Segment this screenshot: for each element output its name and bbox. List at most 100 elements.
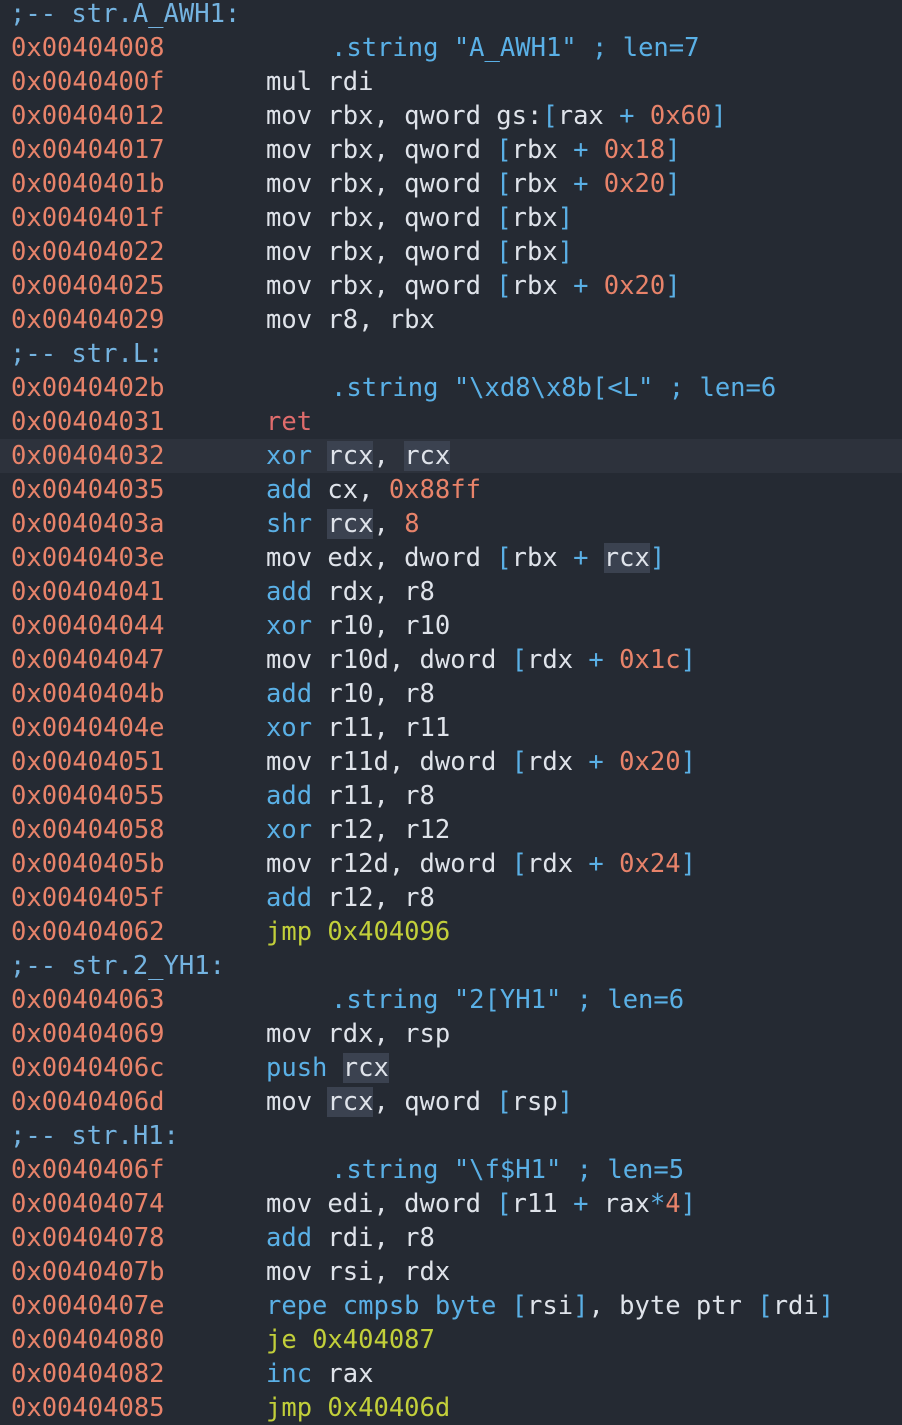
highlighted-register[interactable]: rcx [327, 509, 374, 539]
disasm-line[interactable]: 0x0040404e xor r11, r11 [0, 711, 902, 745]
disasm-line[interactable]: 0x00404031 ret [0, 405, 902, 439]
address[interactable]: 0x0040406c [11, 1051, 165, 1085]
address[interactable]: 0x00404069 [11, 1017, 165, 1051]
address[interactable]: 0x00404058 [11, 813, 165, 847]
address[interactable]: 0x00404063 [11, 983, 165, 1017]
disasm-line[interactable]: 0x00404035 add cx, 0x88ff [0, 473, 902, 507]
highlighted-register[interactable]: rcx [603, 543, 650, 573]
disasm-line[interactable]: 0x0040403e mov edx, dword [rbx + rcx] [0, 541, 902, 575]
address[interactable]: 0x0040401f [11, 201, 165, 235]
address[interactable]: 0x00404008 [11, 31, 165, 65]
disasm-line[interactable]: 0x00404032 xor rcx, rcx [0, 439, 902, 473]
disasm-line[interactable]: 0x0040406f .string "\f$H1" ; len=5 [0, 1153, 902, 1187]
disasm-line[interactable]: 0x00404029 mov r8, rbx [0, 303, 902, 337]
address[interactable]: 0x0040405b [11, 847, 165, 881]
string-directive: .string "\xd8\x8b[<L" ; len=6 [331, 371, 776, 405]
instruction: mov rbx, qword [rbx] [266, 235, 573, 269]
instruction: add rdi, r8 [266, 1221, 435, 1255]
instruction-token: [ [496, 1189, 512, 1219]
address[interactable]: 0x00404078 [11, 1221, 165, 1255]
disasm-line[interactable]: 0x00404022 mov rbx, qword [rbx] [0, 235, 902, 269]
address[interactable]: 0x00404031 [11, 405, 165, 439]
address[interactable]: 0x0040407b [11, 1255, 165, 1289]
disasm-line[interactable]: 0x00404082 inc rax [0, 1357, 902, 1391]
disasm-line[interactable]: 0x00404085 jmp 0x40406d [0, 1391, 902, 1425]
flag-line[interactable]: ;-- str.L: [0, 337, 902, 371]
disasm-line[interactable]: 0x00404008 .string "A_AWH1" ; len=7 [0, 31, 902, 65]
address[interactable]: 0x00404082 [11, 1357, 165, 1391]
disasm-line[interactable]: 0x0040403a shr rcx, 8 [0, 507, 902, 541]
address[interactable]: 0x00404047 [11, 643, 165, 677]
disasm-line[interactable]: 0x00404041 add rdx, r8 [0, 575, 902, 609]
disasm-line[interactable]: 0x00404012 mov rbx, qword gs:[rax + 0x60] [0, 99, 902, 133]
disasm-line[interactable]: 0x0040401f mov rbx, qword [rbx] [0, 201, 902, 235]
disasm-line[interactable]: 0x00404080 je 0x404087 [0, 1323, 902, 1357]
address[interactable]: 0x0040404e [11, 711, 165, 745]
instruction-token: .string [331, 985, 454, 1015]
instruction-token: rbx, qword [312, 203, 497, 233]
disasm-line[interactable]: 0x0040401b mov rbx, qword [rbx + 0x20] [0, 167, 902, 201]
flag-line[interactable]: ;-- str.2_YH1: [0, 949, 902, 983]
instruction-token: xor [266, 815, 313, 845]
disasm-line[interactable]: 0x0040406d mov rcx, qword [rsp] [0, 1085, 902, 1119]
flag-line[interactable]: ;-- str.H1: [0, 1119, 902, 1153]
address[interactable]: 0x00404080 [11, 1323, 165, 1357]
disasm-line[interactable]: 0x00404025 mov rbx, qword [rbx + 0x20] [0, 269, 902, 303]
address[interactable]: 0x00404035 [11, 473, 165, 507]
disasm-line[interactable]: 0x0040400f mul rdi [0, 65, 902, 99]
disasm-line[interactable]: 0x0040407b mov rsi, rdx [0, 1255, 902, 1289]
address[interactable]: 0x0040406d [11, 1085, 165, 1119]
instruction: mul rdi [266, 65, 373, 99]
disasm-line[interactable]: 0x00404069 mov rdx, rsp [0, 1017, 902, 1051]
instruction: add r12, r8 [266, 881, 435, 915]
disasm-line[interactable]: 0x00404051 mov r11d, dword [rdx + 0x20] [0, 745, 902, 779]
disasm-line[interactable]: 0x0040405b mov r12d, dword [rdx + 0x24] [0, 847, 902, 881]
disasm-line[interactable]: 0x00404058 xor r12, r12 [0, 813, 902, 847]
address[interactable]: 0x00404022 [11, 235, 165, 269]
address[interactable]: 0x0040404b [11, 677, 165, 711]
address[interactable]: 0x0040407e [11, 1289, 165, 1323]
highlighted-register[interactable]: rcx [327, 441, 374, 471]
address[interactable]: 0x0040401b [11, 167, 165, 201]
instruction-token: rbx [511, 203, 558, 233]
address[interactable]: 0x0040403a [11, 507, 165, 541]
address[interactable]: 0x00404012 [11, 99, 165, 133]
address[interactable]: 0x00404044 [11, 609, 165, 643]
instruction-token: rsp [511, 1087, 558, 1117]
disasm-line[interactable]: 0x00404063 .string "2[YH1" ; len=6 [0, 983, 902, 1017]
address[interactable]: 0x00404032 [11, 439, 165, 473]
disassembly-listing[interactable]: ;-- str.A_AWH1: 0x00404008 .string "A_AWH1… [0, 0, 902, 1425]
disasm-line[interactable]: 0x0040404b add r10, r8 [0, 677, 902, 711]
address[interactable]: 0x0040403e [11, 541, 165, 575]
address[interactable]: 0x0040406f [11, 1153, 165, 1187]
highlighted-register[interactable]: rcx [404, 441, 451, 471]
highlighted-register[interactable]: rcx [327, 1087, 374, 1117]
disasm-line[interactable]: 0x0040402b .string "\xd8\x8b[<L" ; len=6 [0, 371, 902, 405]
disasm-line[interactable]: 0x00404017 mov rbx, qword [rbx + 0x18] [0, 133, 902, 167]
string-directive: .string "\f$H1" ; len=5 [331, 1153, 684, 1187]
address[interactable]: 0x00404029 [11, 303, 165, 337]
address[interactable]: 0x0040402b [11, 371, 165, 405]
disasm-line[interactable]: 0x0040406c push rcx [0, 1051, 902, 1085]
disasm-line[interactable]: 0x00404044 xor r10, r10 [0, 609, 902, 643]
address[interactable]: 0x0040400f [11, 65, 165, 99]
disasm-line[interactable]: 0x00404078 add rdi, r8 [0, 1221, 902, 1255]
address[interactable]: 0x00404062 [11, 915, 165, 949]
instruction-token: r10, r10 [312, 611, 451, 641]
flag-line[interactable]: ;-- str.A_AWH1: [0, 0, 902, 31]
highlighted-register[interactable]: rcx [342, 1053, 389, 1083]
address[interactable]: 0x00404055 [11, 779, 165, 813]
disasm-line[interactable]: 0x00404055 add r11, r8 [0, 779, 902, 813]
disasm-line[interactable]: 0x00404047 mov r10d, dword [rdx + 0x1c] [0, 643, 902, 677]
address[interactable]: 0x0040405f [11, 881, 165, 915]
address[interactable]: 0x00404074 [11, 1187, 165, 1221]
disasm-line[interactable]: 0x00404074 mov edi, dword [r11 + rax*4] [0, 1187, 902, 1221]
address[interactable]: 0x00404041 [11, 575, 165, 609]
disasm-line[interactable]: 0x0040405f add r12, r8 [0, 881, 902, 915]
disasm-line[interactable]: 0x00404062 jmp 0x404096 [0, 915, 902, 949]
address[interactable]: 0x00404085 [11, 1391, 165, 1425]
address[interactable]: 0x00404025 [11, 269, 165, 303]
address[interactable]: 0x00404051 [11, 745, 165, 779]
address[interactable]: 0x00404017 [11, 133, 165, 167]
disasm-line[interactable]: 0x0040407e repe cmpsb byte [rsi], byte pt… [0, 1289, 902, 1323]
